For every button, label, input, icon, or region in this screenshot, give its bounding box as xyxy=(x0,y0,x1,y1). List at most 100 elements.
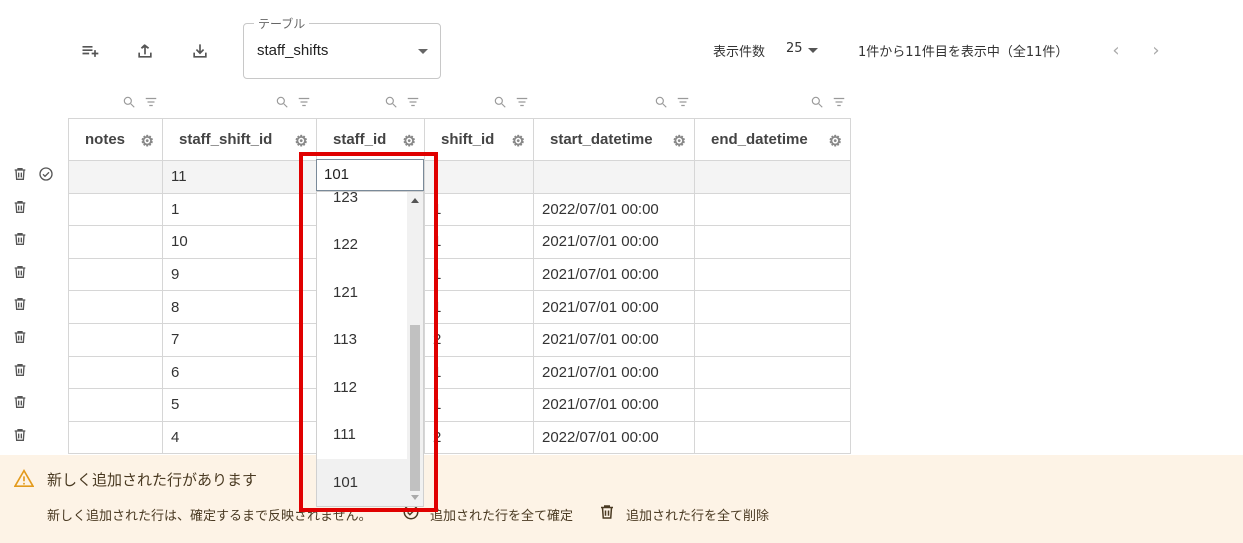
cell-end-datetime[interactable] xyxy=(694,388,851,422)
cell-staff-shift-id[interactable]: 4 xyxy=(162,420,317,455)
scroll-down-icon[interactable] xyxy=(411,495,419,500)
cell-shift-id[interactable]: 2 xyxy=(424,420,534,455)
cell-notes[interactable] xyxy=(68,322,163,357)
cell-start-datetime[interactable]: 2021/07/01 00:00 xyxy=(533,225,695,259)
dropdown-option[interactable]: 112 xyxy=(317,364,409,411)
filter-icon[interactable] xyxy=(297,95,311,109)
gear-icon[interactable]: ⚙ xyxy=(512,132,525,150)
gear-icon[interactable]: ⚙ xyxy=(295,132,308,150)
cell-staff-shift-id[interactable]: 11 xyxy=(162,160,317,194)
download-icon[interactable] xyxy=(187,38,213,64)
column-header-shift-id[interactable]: shift_id ⚙ xyxy=(424,118,534,161)
search-icon[interactable] xyxy=(122,95,136,109)
gear-icon[interactable]: ⚙ xyxy=(829,132,842,150)
cell-staff-shift-id[interactable]: 5 xyxy=(162,388,317,422)
staff-id-dropdown[interactable]: 123 122 121 113 112 111 101 xyxy=(316,191,424,507)
cell-end-datetime[interactable] xyxy=(694,192,851,227)
filter-icon[interactable] xyxy=(406,95,420,109)
trash-icon[interactable] xyxy=(12,166,28,182)
table-row[interactable]: 6 1 2021/07/01 00:00 xyxy=(68,355,851,390)
search-icon[interactable] xyxy=(810,95,824,109)
table-row-new[interactable]: 11 xyxy=(68,160,851,194)
column-header-start-datetime[interactable]: start_datetime ⚙ xyxy=(533,118,695,161)
filter-icon[interactable] xyxy=(515,95,529,109)
cell-shift-id[interactable]: 1 xyxy=(424,192,534,227)
cell-end-datetime[interactable] xyxy=(694,225,851,259)
cell-end-datetime[interactable] xyxy=(694,160,851,194)
table-row[interactable]: 5 1 2021/07/01 00:00 xyxy=(68,388,851,422)
confirm-all-button[interactable]: 追加された行を全て確定 xyxy=(430,505,573,524)
trash-icon[interactable] xyxy=(12,394,28,410)
cell-staff-shift-id[interactable]: 9 xyxy=(162,257,317,292)
dropdown-option[interactable]: 122 xyxy=(317,221,409,268)
table-row[interactable]: 10 1 2021/07/01 00:00 xyxy=(68,225,851,259)
filter-icon[interactable] xyxy=(676,95,690,109)
column-filter-notes[interactable] xyxy=(122,95,158,109)
column-filter-shift-id[interactable] xyxy=(493,95,529,109)
cell-notes[interactable] xyxy=(68,290,163,324)
column-filter-staff-id[interactable] xyxy=(384,95,420,109)
dropdown-option[interactable]: 123 xyxy=(317,192,409,221)
column-filter-staff-shift-id[interactable] xyxy=(275,95,311,109)
cell-shift-id[interactable]: 1 xyxy=(424,355,534,390)
cell-notes[interactable] xyxy=(68,160,163,194)
cell-shift-id[interactable]: 1 xyxy=(424,225,534,259)
upload-icon[interactable] xyxy=(132,38,158,64)
delete-all-button[interactable]: 追加された行を全て削除 xyxy=(626,505,769,524)
cell-staff-shift-id[interactable]: 7 xyxy=(162,322,317,357)
cell-notes[interactable] xyxy=(68,388,163,422)
next-page-button[interactable]: › xyxy=(1145,38,1167,62)
search-icon[interactable] xyxy=(654,95,668,109)
trash-icon[interactable] xyxy=(12,296,28,312)
filter-icon[interactable] xyxy=(144,95,158,109)
cell-notes[interactable] xyxy=(68,192,163,227)
cell-shift-id[interactable]: 1 xyxy=(424,388,534,422)
search-icon[interactable] xyxy=(275,95,289,109)
cell-notes[interactable] xyxy=(68,420,163,455)
trash-icon[interactable] xyxy=(12,231,28,247)
scroll-up-icon[interactable] xyxy=(411,198,419,203)
table-row[interactable]: 8 1 2021/07/01 00:00 xyxy=(68,290,851,324)
dropdown-option[interactable]: 121 xyxy=(317,269,409,316)
per-page-caret-icon[interactable] xyxy=(808,48,818,53)
trash-icon[interactable] xyxy=(12,427,28,443)
dropdown-option-selected[interactable]: 101 xyxy=(317,459,409,506)
cell-shift-id[interactable]: 2 xyxy=(424,322,534,357)
prev-page-button[interactable]: ‹ xyxy=(1105,38,1127,62)
cell-start-datetime[interactable] xyxy=(533,160,695,194)
table-row[interactable]: 7 2 2021/07/01 00:00 xyxy=(68,322,851,357)
table-row[interactable]: 1 1 2022/07/01 00:00 xyxy=(68,192,851,227)
check-circle-icon[interactable] xyxy=(38,166,54,182)
cell-start-datetime[interactable]: 2022/07/01 00:00 xyxy=(533,192,695,227)
column-header-staff-id[interactable]: staff_id ⚙ xyxy=(316,118,425,161)
table-row[interactable]: 4 2 2022/07/01 00:00 xyxy=(68,420,851,455)
cell-end-datetime[interactable] xyxy=(694,420,851,455)
dropdown-scrollbar[interactable] xyxy=(407,192,423,506)
search-icon[interactable] xyxy=(384,95,398,109)
cell-staff-shift-id[interactable]: 8 xyxy=(162,290,317,324)
column-header-end-datetime[interactable]: end_datetime ⚙ xyxy=(694,118,851,161)
table-select[interactable]: テーブル staff_shifts xyxy=(243,15,441,79)
cell-start-datetime[interactable]: 2021/07/01 00:00 xyxy=(533,355,695,390)
dropdown-option[interactable]: 111 xyxy=(317,411,409,458)
add-row-icon[interactable] xyxy=(77,38,103,64)
cell-staff-shift-id[interactable]: 6 xyxy=(162,355,317,390)
cell-start-datetime[interactable]: 2022/07/01 00:00 xyxy=(533,420,695,455)
trash-icon[interactable] xyxy=(12,362,28,378)
filter-icon[interactable] xyxy=(832,95,846,109)
cell-shift-id[interactable]: 1 xyxy=(424,290,534,324)
cell-start-datetime[interactable]: 2021/07/01 00:00 xyxy=(533,290,695,324)
dropdown-option[interactable]: 113 xyxy=(317,316,409,363)
cell-end-datetime[interactable] xyxy=(694,355,851,390)
gear-icon[interactable]: ⚙ xyxy=(673,132,686,150)
cell-shift-id[interactable]: 1 xyxy=(424,257,534,292)
scrollbar-thumb[interactable] xyxy=(410,325,420,491)
cell-staff-shift-id[interactable]: 1 xyxy=(162,192,317,227)
cell-start-datetime[interactable]: 2021/07/01 00:00 xyxy=(533,322,695,357)
cell-end-datetime[interactable] xyxy=(694,257,851,292)
table-row[interactable]: 9 1 2021/07/01 00:00 xyxy=(68,257,851,292)
per-page-select[interactable]: 25 xyxy=(786,41,803,56)
cell-start-datetime[interactable]: 2021/07/01 00:00 xyxy=(533,257,695,292)
search-icon[interactable] xyxy=(493,95,507,109)
cell-end-datetime[interactable] xyxy=(694,322,851,357)
